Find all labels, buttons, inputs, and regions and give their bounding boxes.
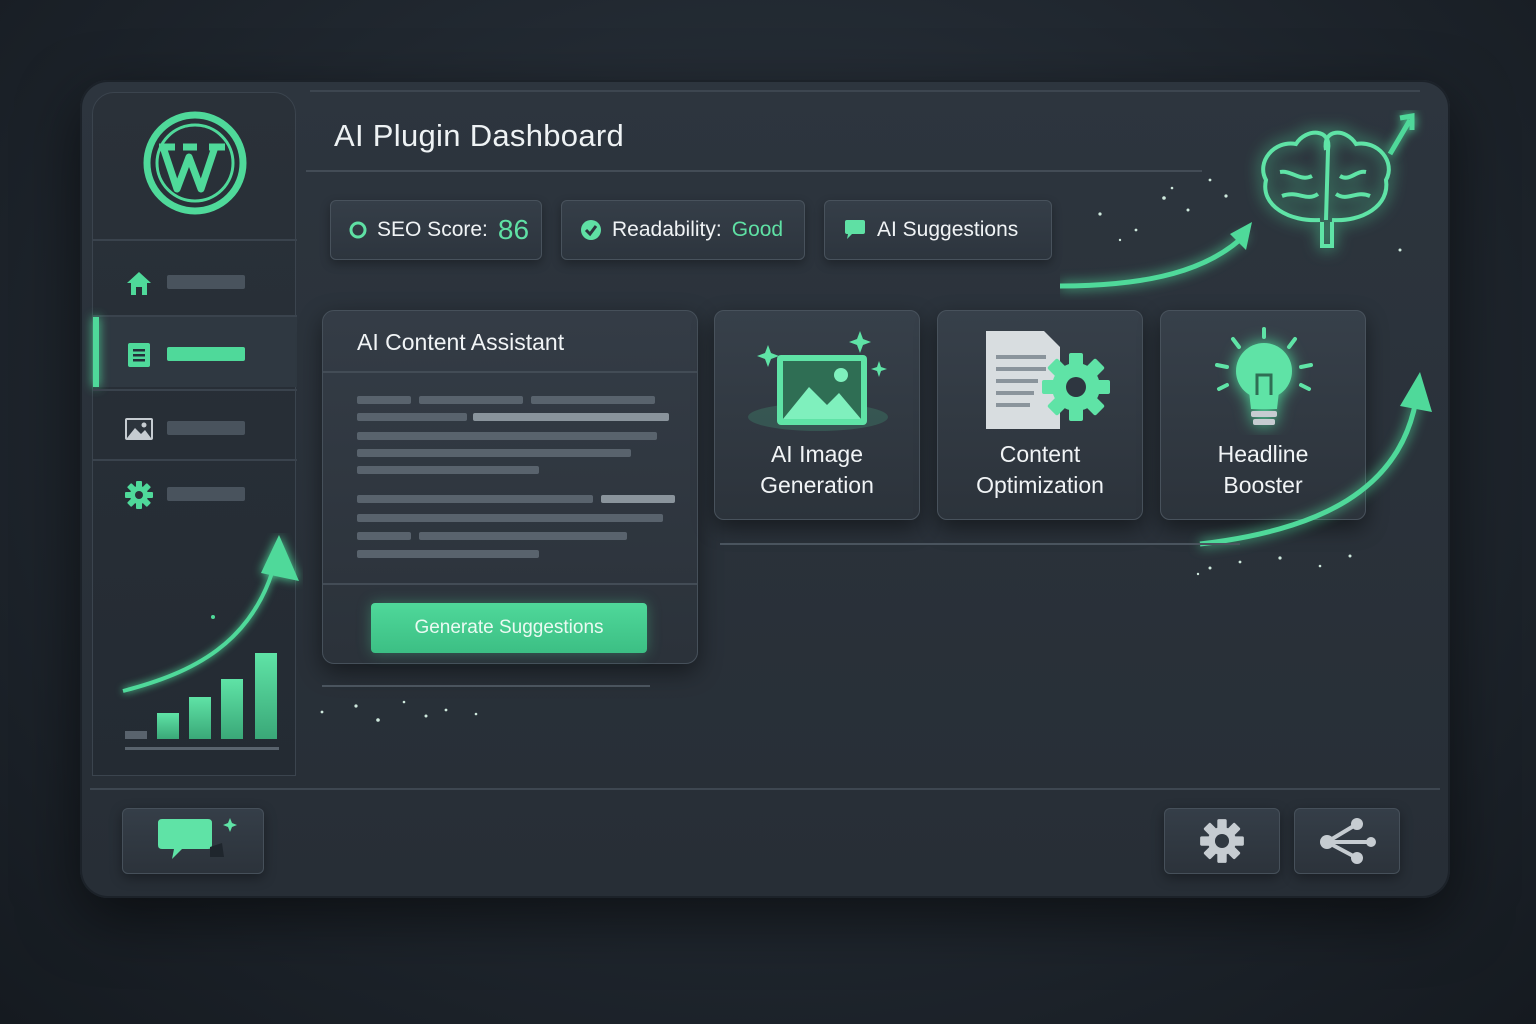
- card-label: Content Optimization: [938, 439, 1142, 501]
- sidebar-item-label-placeholder: [167, 347, 245, 361]
- divider: [720, 543, 1240, 545]
- seo-score-badge[interactable]: SEO Score: 86: [330, 200, 542, 260]
- ai-suggestions-button[interactable]: AI Suggestions: [824, 200, 1052, 260]
- footer-divider: [90, 788, 1440, 790]
- text-line: [357, 413, 467, 421]
- share-button[interactable]: [1294, 808, 1400, 874]
- header-divider: [310, 90, 1420, 92]
- text-line-highlighted: [473, 413, 669, 421]
- text-line-highlighted: [601, 495, 675, 503]
- divider: [322, 685, 650, 687]
- sidebar-item-label-placeholder: [167, 275, 245, 289]
- ai-suggestions-label: AI Suggestions: [877, 218, 1019, 241]
- card-label-line2: Optimization: [976, 472, 1104, 498]
- text-line: [419, 396, 523, 404]
- card-label-line1: Headline: [1217, 441, 1309, 467]
- lightbulb-icon: [1215, 327, 1313, 425]
- chat-bubble-icon: [845, 220, 865, 239]
- text-line: [357, 466, 539, 474]
- sidebar-item-settings[interactable]: [93, 457, 297, 527]
- text-line: [357, 495, 593, 503]
- sidebar-item-home[interactable]: [93, 245, 297, 315]
- sidebar-item-media[interactable]: [93, 391, 297, 461]
- text-line: [357, 532, 411, 540]
- text-line: [357, 432, 657, 440]
- ai-chat-button[interactable]: [122, 808, 264, 874]
- home-icon: [127, 272, 151, 295]
- assistant-header-divider: [323, 371, 697, 373]
- document-gear-icon: [986, 331, 1110, 429]
- text-line: [357, 550, 539, 558]
- card-label-line2: Generation: [760, 472, 874, 498]
- sidebar-item-label-placeholder: [167, 421, 245, 435]
- text-line: [357, 449, 631, 457]
- image-sparkle-icon: [748, 331, 888, 431]
- assistant-footer-divider: [323, 583, 697, 585]
- readability-badge[interactable]: Readability: Good: [561, 200, 805, 260]
- gear-icon: [125, 481, 153, 509]
- text-line: [357, 514, 663, 522]
- sidebar-item-posts[interactable]: [93, 317, 297, 387]
- title-divider: [306, 170, 1202, 172]
- generate-suggestions-button[interactable]: Generate Suggestions: [371, 603, 647, 653]
- text-line: [357, 396, 411, 404]
- readability-value: Good: [731, 218, 784, 241]
- readability-label: Readability:: [612, 218, 722, 241]
- chat-sparkle-icon: [158, 818, 237, 859]
- check-circle-icon: [581, 220, 601, 240]
- share-icon: [1320, 818, 1376, 864]
- card-headline-booster[interactable]: Headline Booster: [1160, 310, 1366, 520]
- sidebar: [92, 92, 299, 776]
- card-label-line1: Content: [999, 441, 1081, 467]
- assistant-title: AI Content Assistant: [357, 329, 565, 355]
- sidebar-divider: [93, 239, 297, 241]
- target-icon: [349, 221, 367, 239]
- page-title: AI Plugin Dashboard: [334, 118, 625, 153]
- card-label: Headline Booster: [1161, 439, 1365, 501]
- seo-score-value: 86: [497, 214, 530, 245]
- seo-score-label: SEO Score:: [377, 218, 488, 241]
- card-label-line2: Booster: [1223, 472, 1303, 498]
- image-icon: [125, 418, 153, 440]
- card-label: AI Image Generation: [715, 439, 919, 501]
- gear-icon: [1200, 819, 1244, 863]
- text-line: [531, 396, 655, 404]
- sidebar-item-label-placeholder: [167, 487, 245, 501]
- document-icon: [128, 343, 150, 367]
- settings-button[interactable]: [1164, 808, 1280, 874]
- ai-content-assistant-panel: AI Content Assistant Generate Suggestion…: [322, 310, 698, 664]
- card-ai-image-generation[interactable]: AI Image Generation: [714, 310, 920, 520]
- card-label-line1: AI Image: [770, 441, 864, 467]
- wordpress-logo[interactable]: [141, 109, 249, 217]
- text-line: [419, 532, 627, 540]
- card-content-optimization[interactable]: Content Optimization: [937, 310, 1143, 520]
- growth-chart-illustration: [122, 535, 299, 750]
